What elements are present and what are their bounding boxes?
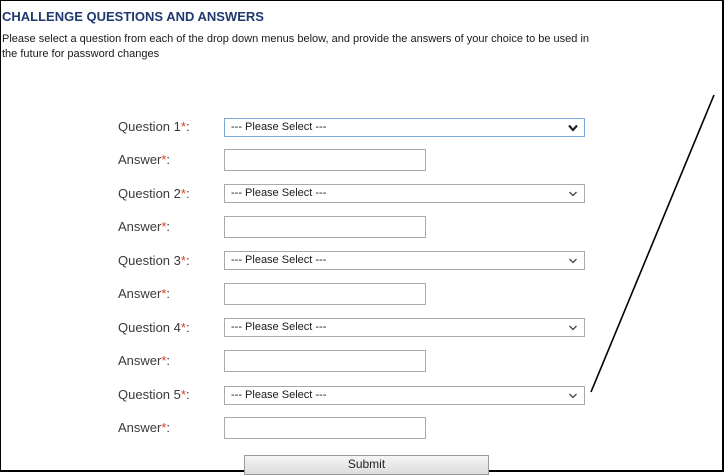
answer-2-label-text: Answer bbox=[118, 219, 162, 234]
answer-3-label: Answer*: bbox=[118, 286, 218, 302]
answer-3-label-text: Answer bbox=[118, 286, 162, 301]
question-5-label: Question 5*: bbox=[118, 387, 218, 403]
label-colon: : bbox=[166, 420, 171, 435]
question-1-label: Question 1*: bbox=[118, 119, 218, 135]
question-3-label-text: Question 3 bbox=[118, 253, 181, 268]
answer-2-input[interactable] bbox=[224, 216, 426, 238]
question-5-select[interactable]: --- Please Select --- bbox=[224, 386, 585, 405]
question-2-select[interactable]: --- Please Select --- bbox=[224, 184, 585, 203]
answer-5-input[interactable] bbox=[224, 417, 426, 439]
answer-4-input[interactable] bbox=[224, 350, 426, 372]
answer-1-label: Answer*: bbox=[118, 152, 218, 168]
answer-4-label: Answer*: bbox=[118, 353, 218, 369]
question-3-label: Question 3*: bbox=[118, 253, 218, 269]
intro-line-2: the future for password changes bbox=[2, 48, 160, 60]
answer-2-label: Answer*: bbox=[118, 219, 218, 235]
answer-1-input[interactable] bbox=[224, 149, 426, 171]
answer-3-input[interactable] bbox=[224, 283, 426, 305]
submit-button[interactable]: Submit bbox=[244, 455, 489, 475]
chevron-down-icon bbox=[569, 393, 577, 399]
label-colon: : bbox=[185, 387, 190, 402]
question-2-label: Question 2*: bbox=[118, 186, 218, 202]
question-2-label-text: Question 2 bbox=[118, 186, 181, 201]
question-5-label-text: Question 5 bbox=[118, 387, 181, 402]
intro-line-1: Please select a question from each of th… bbox=[2, 33, 590, 45]
question-1-select[interactable]: --- Please Select --- bbox=[224, 118, 585, 137]
question-1-select-value: --- Please Select --- bbox=[231, 121, 327, 133]
label-colon: : bbox=[166, 152, 171, 167]
question-4-label-text: Question 4 bbox=[118, 320, 181, 335]
label-colon: : bbox=[166, 286, 171, 301]
question-1-label-text: Question 1 bbox=[118, 119, 181, 134]
chevron-down-icon bbox=[568, 124, 578, 132]
chevron-down-icon bbox=[569, 191, 577, 197]
chevron-down-icon bbox=[569, 258, 577, 264]
label-colon: : bbox=[185, 320, 190, 335]
page-title: CHALLENGE QUESTIONS AND ANSWERS bbox=[2, 9, 264, 24]
question-4-select-value: --- Please Select --- bbox=[231, 321, 327, 333]
question-3-select[interactable]: --- Please Select --- bbox=[224, 251, 585, 270]
label-colon: : bbox=[166, 353, 171, 368]
answer-5-label-text: Answer bbox=[118, 420, 162, 435]
question-2-select-value: --- Please Select --- bbox=[231, 187, 327, 199]
label-colon: : bbox=[185, 253, 190, 268]
question-3-select-value: --- Please Select --- bbox=[231, 254, 327, 266]
label-colon: : bbox=[166, 219, 171, 234]
question-4-label: Question 4*: bbox=[118, 320, 218, 336]
answer-4-label-text: Answer bbox=[118, 353, 162, 368]
answer-5-label: Answer*: bbox=[118, 420, 218, 436]
chevron-down-icon bbox=[569, 325, 577, 331]
question-4-select[interactable]: --- Please Select --- bbox=[224, 318, 585, 337]
label-colon: : bbox=[185, 119, 190, 134]
intro-text: Please select a question from each of th… bbox=[2, 32, 724, 62]
label-colon: : bbox=[185, 186, 190, 201]
answer-1-label-text: Answer bbox=[118, 152, 162, 167]
question-5-select-value: --- Please Select --- bbox=[231, 389, 327, 401]
